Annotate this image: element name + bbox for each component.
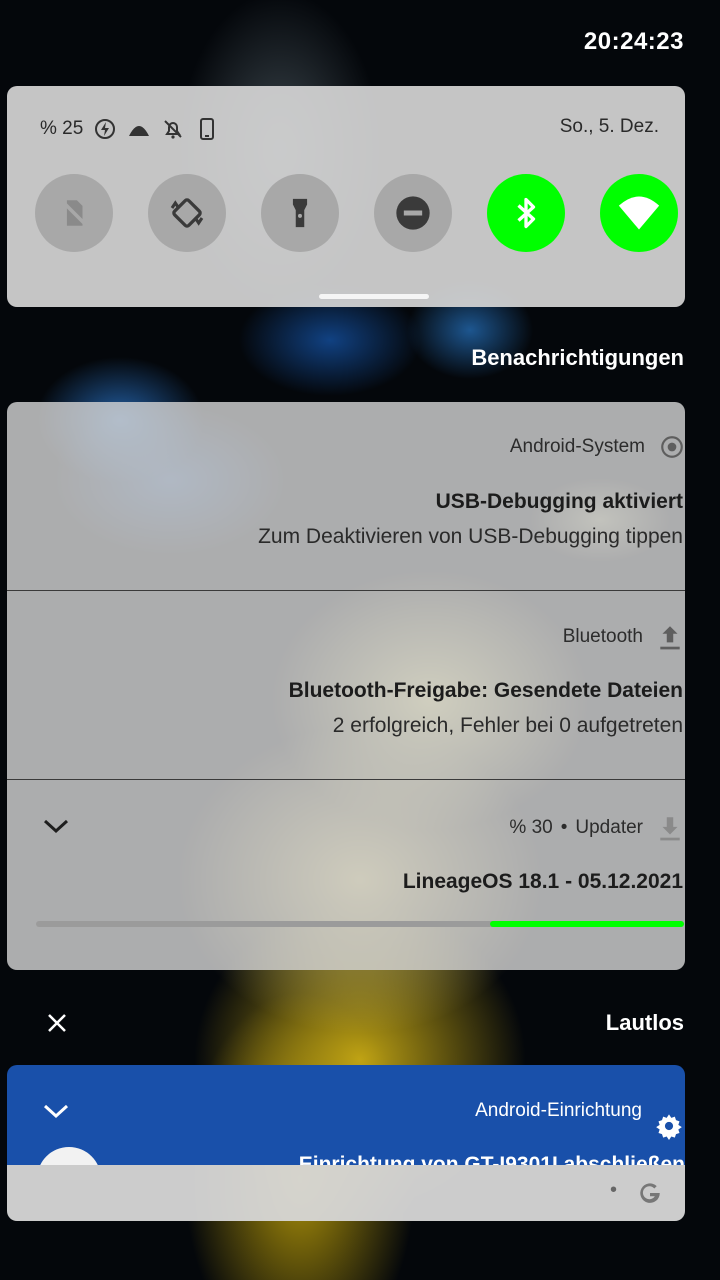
close-icon[interactable] xyxy=(46,1012,68,1034)
notification-app-row: % 30 • Updater xyxy=(509,814,683,842)
phone-icon xyxy=(200,118,215,140)
notification-footer-bar: • xyxy=(7,1165,685,1221)
notification-title: LineageOS 18.1 - 05.12.2021 xyxy=(402,870,683,893)
notification-app-row: Bluetooth xyxy=(563,623,683,651)
qs-tiles xyxy=(35,174,678,252)
notification-bluetooth[interactable]: Bluetooth Bluetooth-Freigabe: Gesendete … xyxy=(7,591,685,779)
notification-updater[interactable]: % 30 • Updater LineageOS 18.1 - 05.12.20… xyxy=(7,780,685,970)
updater-progress-fill xyxy=(489,921,684,927)
chevron-down-icon[interactable] xyxy=(41,1101,71,1121)
qs-drag-handle[interactable] xyxy=(319,294,429,299)
silent-section-label: Lautlos xyxy=(605,1010,684,1035)
battery-percent: % 25 xyxy=(40,118,84,139)
footer-dot: • xyxy=(609,1179,617,1201)
bluetooth-icon xyxy=(517,197,536,229)
tile-wifi[interactable] xyxy=(600,174,678,252)
notification-app-row: Android-System xyxy=(510,434,683,460)
tile-bluetooth[interactable] xyxy=(487,174,565,252)
minus-circle-icon xyxy=(396,196,430,230)
notification-title: Einrichtung von GT-I9301I abschließen xyxy=(298,1153,685,1165)
notification-usb-debugging[interactable]: Android-System USB-Debugging aktiviert Z… xyxy=(7,402,685,590)
notifications-header: Benachrichtigungen xyxy=(471,345,684,370)
target-icon xyxy=(661,436,683,458)
battery-saver-icon xyxy=(95,119,116,139)
flashlight-icon xyxy=(292,198,308,228)
notification-title: USB-Debugging aktiviert xyxy=(435,490,683,513)
rotate-icon xyxy=(170,198,204,228)
qs-status-row: % 25 xyxy=(40,116,219,142)
tile-flashlight[interactable] xyxy=(261,174,339,252)
notification-app-name: Android-Einrichtung xyxy=(475,1100,642,1121)
notification-app-name: Updater xyxy=(575,817,643,838)
notification-stack: Android-System USB-Debugging aktiviert Z… xyxy=(7,402,685,970)
notifications-off-icon xyxy=(164,120,183,139)
sim-off-icon xyxy=(61,200,87,226)
notification-app-name: Bluetooth xyxy=(562,626,643,647)
download-icon xyxy=(660,817,680,841)
gear-icon[interactable] xyxy=(655,1112,683,1140)
separator-dot: • xyxy=(560,817,568,838)
silent-section-header: Lautlos xyxy=(0,1000,720,1048)
chevron-down-icon[interactable] xyxy=(41,816,71,836)
qs-date: So., 5. Dez. xyxy=(559,116,659,137)
wifi-icon xyxy=(618,196,660,230)
signal-icon xyxy=(129,126,150,136)
notification-text: 2 erfolgreich, Fehler bei 0 aufgetreten xyxy=(332,714,683,737)
tile-mobile-data[interactable] xyxy=(35,174,113,252)
updater-progress-bar xyxy=(36,921,684,927)
quick-settings-panel[interactable]: % 25 So., 5. Dez. xyxy=(7,86,685,307)
updater-percent: % 30 xyxy=(509,817,553,838)
setup-app-avatar xyxy=(37,1147,101,1165)
tile-auto-rotate[interactable] xyxy=(148,174,226,252)
notification-text: Zum Deaktivieren von USB-Debugging tippe… xyxy=(258,525,683,548)
notification-title: Bluetooth-Freigabe: Gesendete Dateien xyxy=(288,679,683,702)
notification-app-name: Android-System xyxy=(509,436,645,457)
upload-icon xyxy=(660,626,680,650)
notification-android-setup[interactable]: Android-Einrichtung Einrichtung von GT-I… xyxy=(7,1065,685,1165)
tile-do-not-disturb[interactable] xyxy=(374,174,452,252)
google-icon[interactable] xyxy=(637,1180,663,1206)
status-clock: 20:24:23 xyxy=(583,28,684,55)
